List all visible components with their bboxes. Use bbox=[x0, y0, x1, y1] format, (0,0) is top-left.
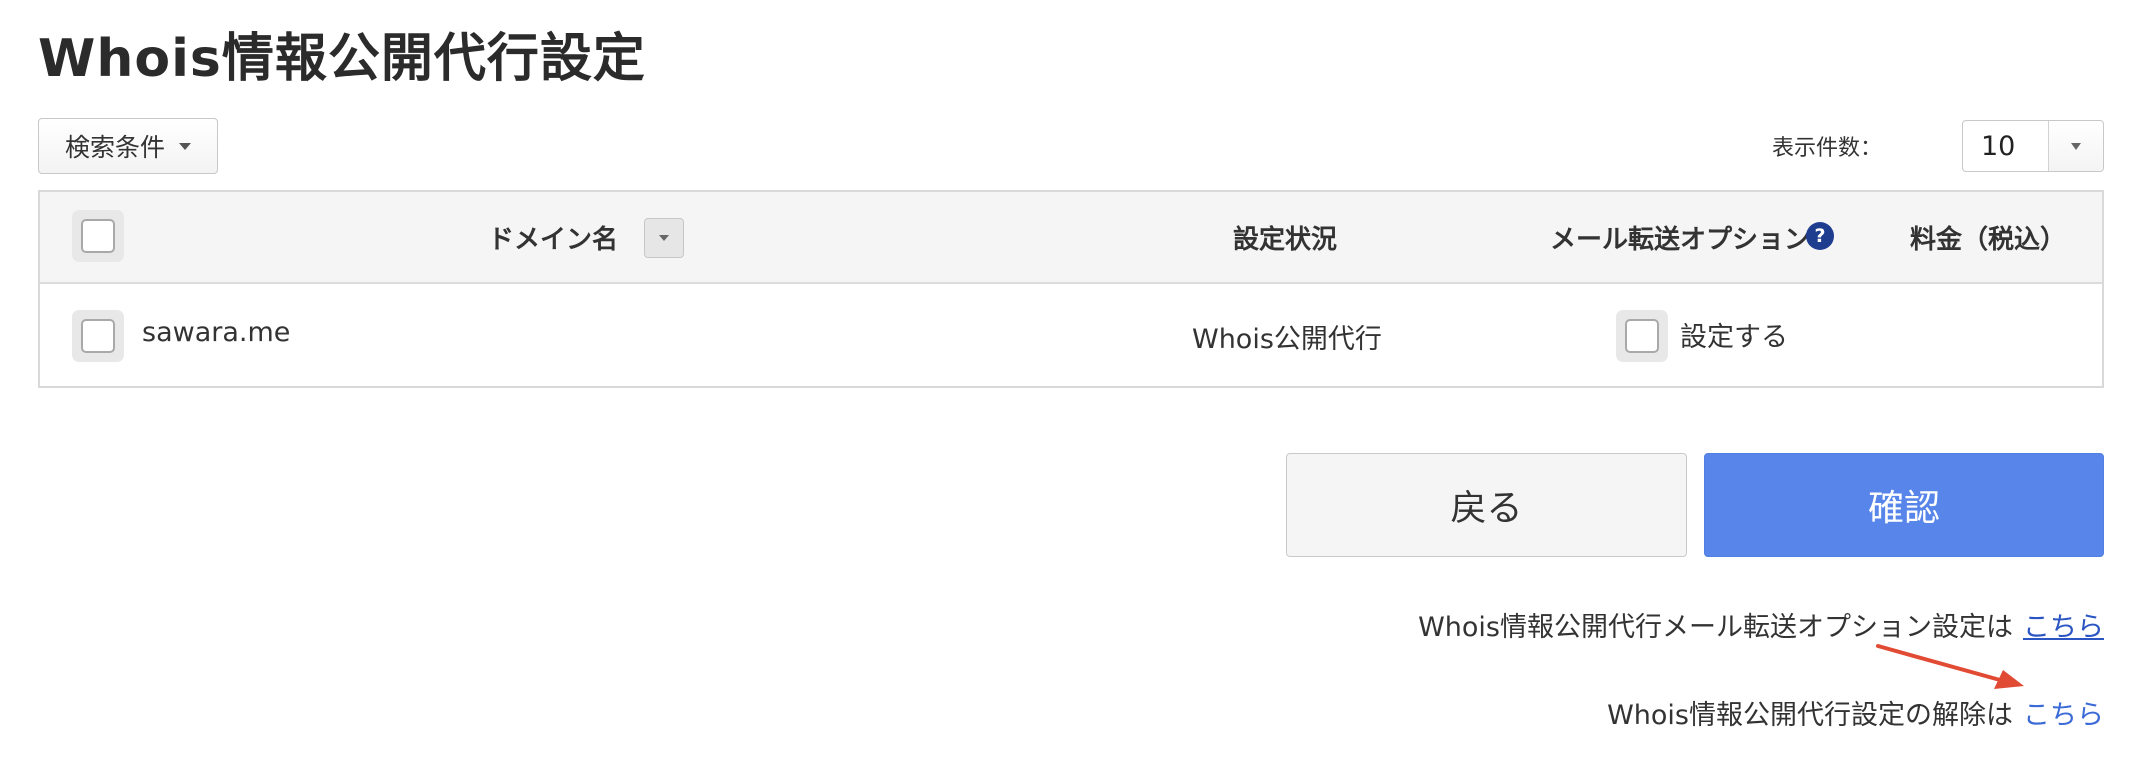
help-icon[interactable]: ? bbox=[1806, 222, 1834, 250]
display-count-value: 10 bbox=[1963, 121, 2049, 171]
confirm-button[interactable]: 確認 bbox=[1704, 453, 2104, 557]
release-settings-text: Whois情報公開代行設定の解除は bbox=[1607, 700, 2013, 731]
row-checkbox[interactable] bbox=[72, 310, 124, 362]
mail-forward-checkbox-label[interactable]: 設定する bbox=[1680, 315, 1788, 354]
arrow-head bbox=[1994, 670, 2024, 689]
header-mail-forward-option: メール転送オプション bbox=[1550, 225, 1811, 255]
display-count-select[interactable]: 10 bbox=[1962, 120, 2104, 172]
header-status: 設定状況 bbox=[1233, 225, 1338, 255]
caret-down-icon bbox=[2071, 142, 2081, 150]
header-price: 料金（税込） bbox=[1910, 225, 2067, 255]
release-settings-line: Whois情報公開代行設定の解除は こちら bbox=[1607, 693, 2104, 732]
mail-forward-settings-link[interactable]: こちら bbox=[2023, 605, 2104, 644]
caret-down-icon bbox=[659, 235, 669, 241]
checkbox-box bbox=[81, 219, 115, 253]
mail-forward-checkbox[interactable] bbox=[1616, 310, 1668, 362]
search-conditions-label: 検索条件 bbox=[64, 133, 165, 162]
checkbox-box bbox=[81, 319, 115, 353]
checkbox-box bbox=[1625, 319, 1659, 353]
back-button[interactable]: 戻る bbox=[1286, 453, 1687, 557]
row-domain-name: sawara.me bbox=[142, 317, 291, 348]
header-domain-name: ドメイン名 bbox=[488, 225, 619, 255]
domain-sort-button[interactable] bbox=[644, 218, 684, 258]
display-count-dropdown-arrow[interactable] bbox=[2049, 121, 2103, 171]
release-settings-link[interactable]: こちら bbox=[2023, 693, 2104, 732]
annotation-arrow-icon bbox=[1876, 644, 2024, 689]
select-all-checkbox[interactable] bbox=[72, 210, 124, 262]
arrow-shaft bbox=[1876, 644, 2002, 682]
mail-forward-settings-line: Whois情報公開代行メール転送オプション設定は こちら bbox=[1418, 605, 2104, 644]
search-conditions-button[interactable]: 検索条件 bbox=[38, 118, 218, 174]
display-count-label: 表示件数： bbox=[1771, 136, 1882, 161]
mail-forward-settings-text: Whois情報公開代行メール転送オプション設定は bbox=[1418, 612, 2013, 643]
row-status: Whois公開代行 bbox=[1192, 324, 1382, 355]
caret-down-icon bbox=[179, 142, 191, 150]
page-title: Whois情報公開代行設定 bbox=[38, 29, 646, 89]
